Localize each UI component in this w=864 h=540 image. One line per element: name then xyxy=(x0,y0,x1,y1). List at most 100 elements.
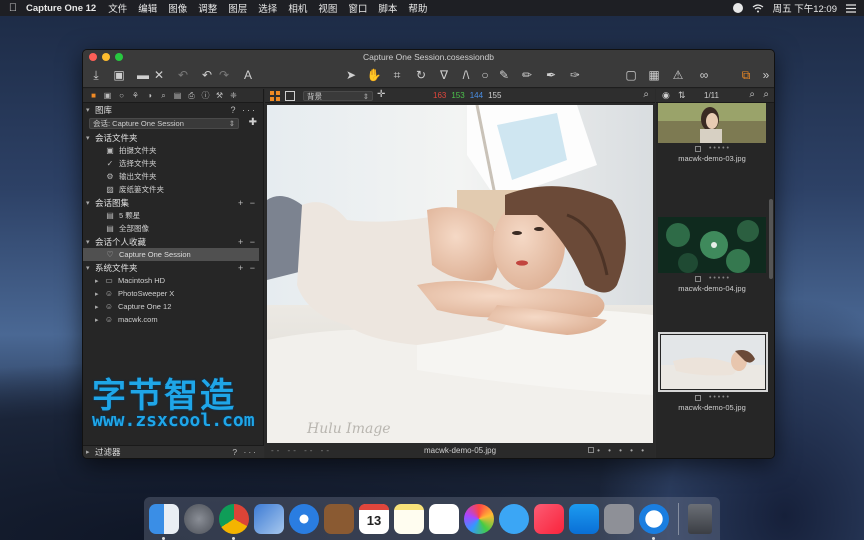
output-tab-icon[interactable]: ⎙ xyxy=(185,90,198,102)
menu-adjust[interactable]: 调整 xyxy=(198,1,217,15)
picker-tool-icon[interactable]: ✎ xyxy=(496,68,512,83)
search-icon[interactable]: ⌕ xyxy=(749,89,755,100)
filter-header[interactable]: ▸ 过滤器 ? ··· xyxy=(83,445,264,458)
library-tab-icon[interactable]: ■ xyxy=(87,90,100,102)
close-x-icon[interactable]: ✕ xyxy=(151,68,167,83)
wifi-icon[interactable] xyxy=(752,3,764,13)
folder-trash[interactable]: ▨ 废纸篓文件夹 xyxy=(83,183,263,196)
single-view-icon[interactable] xyxy=(285,91,295,101)
status-app-icon[interactable] xyxy=(732,3,743,13)
circle-tool-icon[interactable]: ○ xyxy=(477,68,493,83)
menu-view[interactable]: 视图 xyxy=(318,1,337,15)
info-tab-icon[interactable]: ⓘ xyxy=(199,90,212,102)
safari-icon[interactable] xyxy=(289,503,319,534)
pointer-tool-icon[interactable]: ➤ xyxy=(343,68,359,83)
menu-help[interactable]: 帮助 xyxy=(408,1,427,15)
zoom-icon[interactable]: ⌕ xyxy=(643,89,649,100)
workspace-icon[interactable]: ⧉ xyxy=(738,68,754,83)
camera-icon[interactable]: ▣ xyxy=(111,68,127,83)
eye-icon[interactable]: ◉ xyxy=(662,90,670,101)
clock[interactable]: 周五 下午12:09 xyxy=(773,1,837,15)
thumbnail-item[interactable]: • • • • • macwk-demo-03.jpg xyxy=(658,103,766,163)
proof-icon[interactable]: ∞ xyxy=(693,68,715,83)
menu-camera[interactable]: 相机 xyxy=(288,1,307,15)
filter-actions[interactable]: ? ··· xyxy=(232,447,258,457)
favorite-session[interactable]: ♡ Capture One Session xyxy=(83,248,259,261)
zoom-browser-icon[interactable]: ⌕ xyxy=(763,89,769,100)
list-icon[interactable] xyxy=(846,3,856,13)
gradient-tool-icon[interactable]: ✑ xyxy=(567,68,583,83)
notes-book-icon[interactable] xyxy=(324,503,354,534)
menu-select[interactable]: 选择 xyxy=(258,1,277,15)
session-albums-header[interactable]: ▾ 会话图集 + − xyxy=(83,196,263,209)
favorites-add-icon[interactable]: + − xyxy=(238,237,257,247)
thumbnail-checkbox[interactable] xyxy=(694,394,701,401)
multi-view-icon[interactable] xyxy=(270,91,280,101)
messages-icon[interactable] xyxy=(499,503,529,534)
menu-window[interactable]: 窗口 xyxy=(348,1,367,15)
menu-layer[interactable]: 图层 xyxy=(228,1,247,15)
more-chevron-icon[interactable]: » xyxy=(758,68,774,83)
sort-icon[interactable]: ⇅ xyxy=(678,90,686,101)
onepassword-icon[interactable] xyxy=(639,503,669,540)
reminders-icon[interactable] xyxy=(429,503,459,534)
viewer-rating[interactable]: • • • • • xyxy=(588,446,647,455)
warning-icon[interactable]: ⚠ xyxy=(670,68,686,83)
browser-scrollbar[interactable] xyxy=(769,199,773,279)
eraser-tool-icon[interactable]: ✒ xyxy=(543,68,559,83)
spot-tool-icon[interactable]: /\ xyxy=(458,68,474,83)
menu-edit[interactable]: 编辑 xyxy=(138,1,157,15)
apple-menu-icon[interactable]:  xyxy=(0,2,26,14)
system-folders-header[interactable]: ▾ 系统文件夹 + − xyxy=(83,261,263,274)
thumbnail-rating[interactable]: • • • • • xyxy=(658,145,766,152)
session-select[interactable]: 会话: Capture One Session ⇕ xyxy=(89,118,239,129)
exposure-tab-icon[interactable]: ◑ xyxy=(143,90,156,102)
thumbnail-rating[interactable]: • • • • • xyxy=(658,394,766,401)
chrome-icon[interactable] xyxy=(219,503,249,540)
albums-add-icon[interactable]: + − xyxy=(238,198,257,208)
lens-tab-icon[interactable]: ○ xyxy=(115,90,128,102)
menu-image[interactable]: 图像 xyxy=(168,1,187,15)
thumbnail-item-selected[interactable]: • • • • • macwk-demo-05.jpg xyxy=(658,332,768,412)
system-folder-macwk[interactable]: ▸ ☺ macwk.com xyxy=(83,313,263,326)
crosshair-icon[interactable]: ✛ xyxy=(377,89,385,100)
music-icon[interactable] xyxy=(534,503,564,534)
thumbnail-rating[interactable]: • • • • • xyxy=(658,275,766,282)
menu-script[interactable]: 脚本 xyxy=(378,1,397,15)
trash-icon[interactable] xyxy=(688,503,712,534)
library-header[interactable]: ▾ 图库 ? ··· xyxy=(83,103,263,116)
menu-file[interactable]: 文件 xyxy=(108,1,127,15)
album-all-images[interactable]: ▤ 全部图像 xyxy=(83,222,263,235)
folder-output[interactable]: ⚙ 输出文件夹 xyxy=(83,170,263,183)
background-select[interactable]: 背景 ⇕ xyxy=(303,91,373,101)
local-tab-icon[interactable]: ▤ xyxy=(171,90,184,102)
brush-tool-icon[interactable]: ✏ xyxy=(519,68,535,83)
system-add-icon[interactable]: + − xyxy=(238,263,257,273)
folder-selects[interactable]: ✓ 选择文件夹 xyxy=(83,157,263,170)
app-menu[interactable]: Capture One 12 xyxy=(26,3,96,14)
keystone-tool-icon[interactable]: ∇ xyxy=(436,68,452,83)
crop-tool-icon[interactable]: ⌗ xyxy=(389,68,405,83)
text-tool-icon[interactable]: A xyxy=(240,68,256,83)
folder-capture[interactable]: ▣ 拍摄文件夹 xyxy=(83,144,263,157)
app-store-icon[interactable] xyxy=(569,503,599,534)
notes-icon[interactable] xyxy=(394,503,424,534)
finder-icon[interactable] xyxy=(149,503,179,540)
grid-icon[interactable]: ▦ xyxy=(646,68,662,83)
calendar-icon[interactable]: 13 xyxy=(359,503,389,534)
photos-icon[interactable] xyxy=(464,503,494,534)
session-folders-header[interactable]: ▾ 会话文件夹 xyxy=(83,131,263,144)
import-icon[interactable]: ⤓ xyxy=(88,68,104,83)
exposure-warning-icon[interactable]: ▢ xyxy=(623,68,639,83)
system-folder-photosweeper[interactable]: ▸ ☺ PhotoSweeper X xyxy=(83,287,263,300)
capture-tab-icon[interactable]: ▣ xyxy=(101,90,114,102)
pan-tool-icon[interactable]: ✋ xyxy=(366,68,382,83)
thumbnail-checkbox[interactable] xyxy=(694,275,701,282)
album-five-stars[interactable]: ▤ 5 颗星 xyxy=(83,209,263,222)
adjust-tab-icon[interactable]: ⚒ xyxy=(213,90,226,102)
system-folder-macintosh-hd[interactable]: ▸ ▭ Macintosh HD xyxy=(83,274,263,287)
system-folder-capture-one[interactable]: ▸ ☺ Capture One 12 xyxy=(83,300,263,313)
preview-icon[interactable] xyxy=(254,503,284,534)
undo-icon[interactable]: ↶ xyxy=(199,68,215,83)
favorites-header[interactable]: ▾ 会话个人收藏 + − xyxy=(83,235,263,248)
